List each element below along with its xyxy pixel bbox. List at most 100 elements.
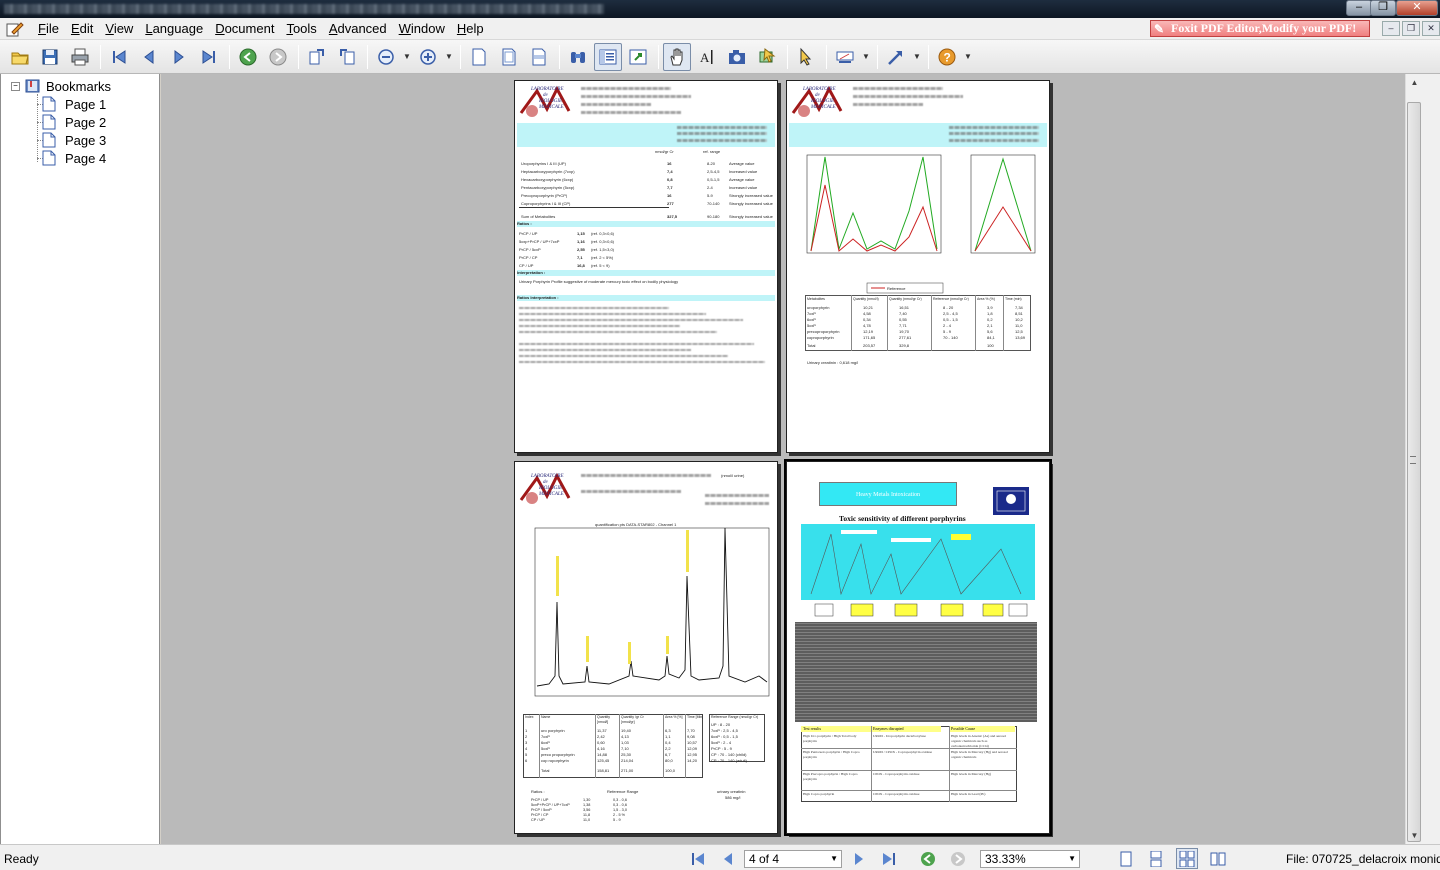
menu-edit[interactable]: Edit — [65, 21, 99, 36]
help-dropdown[interactable]: ▼ — [963, 43, 973, 71]
find-button[interactable] — [564, 43, 592, 71]
single-page-layout-button[interactable] — [1115, 848, 1137, 869]
continuous-layout-button[interactable] — [1145, 848, 1167, 869]
menu-window[interactable]: Window — [393, 21, 451, 36]
pdf-page-1[interactable]: LABORATOIRE de BIOLOGIE MEDICALE nmol/gr… — [514, 80, 778, 453]
next-page-button[interactable] — [165, 43, 193, 71]
table-cell: 329,8 — [899, 343, 910, 348]
foxit-editor-ad-banner[interactable]: ✎ Foxit PDF Editor,Modify your PDF! — [1150, 20, 1370, 37]
menu-tools[interactable]: Tools — [280, 21, 322, 36]
bookmark-page-2[interactable]: Page 2 — [41, 114, 106, 130]
window-title-blurred — [4, 4, 604, 14]
table-cell: 0,34 — [863, 317, 871, 322]
scroll-thumb[interactable] — [1407, 102, 1421, 842]
table-cell: 7,40 — [899, 311, 907, 316]
open-button[interactable] — [6, 43, 34, 71]
menu-view[interactable]: View — [99, 21, 139, 36]
collapse-toggle-icon[interactable]: − — [11, 81, 20, 91]
urinary-creatinin-label: urinary creatinin — [717, 789, 746, 794]
arrow-tool-button[interactable] — [882, 43, 910, 71]
zoom-out-button[interactable] — [372, 43, 400, 71]
full-screen-button[interactable] — [624, 43, 652, 71]
menu-advanced[interactable]: Advanced — [323, 21, 393, 36]
select-annotation-button[interactable] — [792, 43, 820, 71]
scroll-down-arrow-icon[interactable]: ▼ — [1406, 827, 1423, 844]
measure-tool-button[interactable] — [831, 43, 859, 71]
result-note: Strongly increased value — [729, 193, 773, 198]
hand-tool-button[interactable] — [663, 42, 691, 71]
bookmark-page-1[interactable]: Page 1 — [41, 96, 106, 112]
bookmarks-root-label: Bookmarks — [46, 78, 112, 94]
table-cell: High Copro porphyrin — [803, 792, 835, 796]
menu-bar: File Edit View Language Document Tools A… — [0, 18, 1440, 40]
window-close-button[interactable]: ✕ — [1396, 0, 1438, 16]
table-cell: 1,03 — [621, 740, 629, 745]
status-last-page-button[interactable] — [878, 849, 900, 869]
doc-close-button[interactable]: ✕ — [1422, 21, 1440, 36]
bookmark-page-3[interactable]: Page 3 — [41, 132, 106, 148]
zoom-in-dropdown[interactable]: ▼ — [444, 43, 454, 71]
doc-minimize-button[interactable]: – — [1382, 21, 1400, 36]
fit-width-button[interactable] — [525, 43, 553, 71]
status-forward-button[interactable] — [947, 849, 969, 869]
go-forward-button[interactable] — [264, 43, 292, 71]
bookmarks-panel-button[interactable] — [594, 42, 622, 71]
pdf-page-2[interactable]: LABORATOIRE de BIOLOGIE MEDICALE Referen… — [786, 80, 1050, 453]
status-previous-page-button[interactable] — [717, 849, 739, 869]
window-restore-button[interactable]: ❐ — [1370, 0, 1396, 16]
table-cell: 12,95 — [687, 752, 698, 757]
zoom-in-button[interactable] — [414, 43, 442, 71]
fit-page-button[interactable] — [495, 43, 523, 71]
measure-tool-dropdown[interactable]: ▼ — [861, 43, 871, 71]
bookmark-page-4[interactable]: Page 4 — [41, 150, 106, 166]
menu-file[interactable]: File — [32, 21, 65, 36]
pdf-page-4[interactable]: Heavy Metals Intoxication Toxic sensitiv… — [784, 459, 1052, 836]
snapshot-button[interactable] — [723, 43, 751, 71]
table-cell: 3 — [525, 740, 528, 745]
result-note: Strongly increased value — [729, 201, 773, 206]
chevron-down-icon[interactable]: ▼ — [830, 851, 838, 867]
image-select-button[interactable] — [753, 43, 781, 71]
pen-icon: ✎ — [1154, 22, 1165, 36]
status-first-page-button[interactable] — [687, 849, 709, 869]
pdf-page-3[interactable]: LABORATOIRE de BIOLOGIE MEDICALE (nmol/l… — [514, 461, 778, 834]
bookmarks-root[interactable]: − Bookmarks — [11, 78, 111, 94]
forward-arrow-icon — [269, 48, 287, 65]
zoom-level-input[interactable]: 33.33% ▼ — [980, 850, 1080, 868]
facing-layout-button[interactable] — [1207, 848, 1229, 869]
rotate-clockwise-button[interactable] — [303, 43, 331, 71]
menu-help[interactable]: Help — [451, 21, 490, 36]
zoom-out-dropdown[interactable]: ▼ — [402, 43, 412, 71]
fit-page-icon — [502, 48, 516, 65]
last-page-button[interactable] — [195, 43, 223, 71]
back-arrow-icon — [239, 48, 257, 65]
previous-page-button[interactable] — [135, 43, 163, 71]
doc-restore-button[interactable]: ❐ — [1402, 21, 1420, 36]
menu-language[interactable]: Language — [139, 21, 209, 36]
print-button[interactable] — [66, 43, 94, 71]
explanation-text-block — [795, 622, 1037, 722]
rotate-counterclockwise-button[interactable] — [333, 43, 361, 71]
page-number-input[interactable]: 4 of 4 ▼ — [744, 850, 842, 868]
first-page-button[interactable] — [105, 43, 133, 71]
help-button[interactable]: ? — [933, 43, 961, 71]
go-back-button[interactable] — [234, 43, 262, 71]
vertical-scrollbar[interactable]: ▲ ▼ — [1405, 74, 1422, 844]
save-button[interactable] — [36, 43, 64, 71]
table-cell: 158,81 — [597, 768, 610, 773]
arrow-tool-dropdown[interactable]: ▼ — [912, 43, 922, 71]
select-text-button[interactable]: A — [693, 43, 721, 71]
blurred-header — [581, 474, 711, 477]
table-cell: uroporphyrin — [807, 305, 830, 310]
menu-document[interactable]: Document — [209, 21, 280, 36]
chevron-down-icon[interactable]: ▼ — [1068, 851, 1076, 867]
status-next-page-button[interactable] — [848, 849, 870, 869]
status-back-button[interactable] — [917, 849, 939, 869]
facing-continuous-layout-button[interactable] — [1176, 848, 1198, 869]
actual-size-button[interactable] — [465, 43, 493, 71]
creatinin-text: Urinary creatinin : 0,618 mg/l — [807, 360, 859, 365]
window-minimize-button[interactable]: – — [1346, 0, 1372, 16]
table-cell: 7,70 — [687, 728, 695, 733]
scroll-up-arrow-icon[interactable]: ▲ — [1406, 74, 1423, 91]
document-view[interactable]: LABORATOIRE de BIOLOGIE MEDICALE nmol/gr… — [161, 74, 1405, 844]
